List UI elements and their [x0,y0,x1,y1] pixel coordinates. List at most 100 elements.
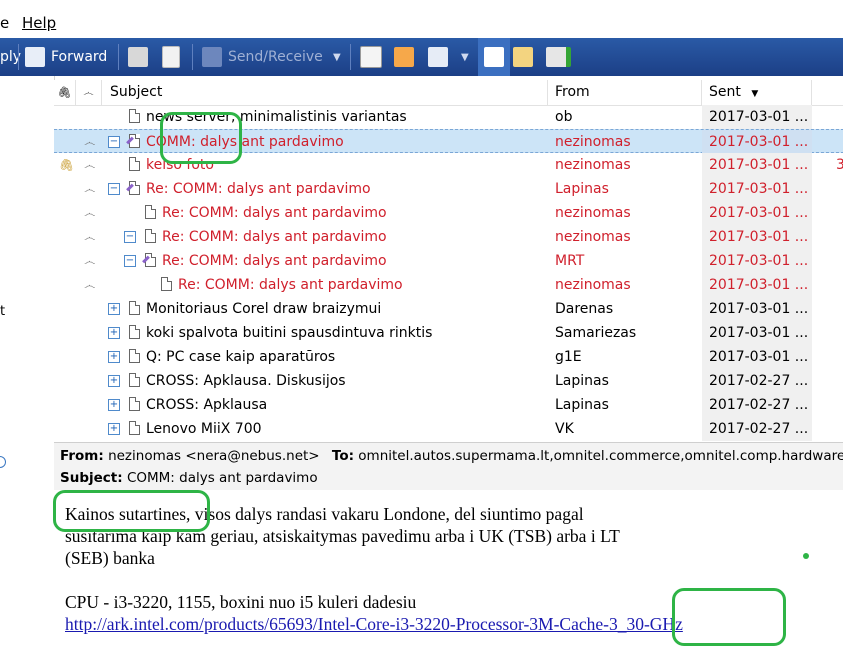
watch-glasses-icon[interactable]: ෴ [84,249,95,273]
collapse-thread-icon[interactable]: − [124,255,136,267]
send-receive-button[interactable]: Send/Receive [202,38,323,76]
body-link-line: http://ark.intel.com/products/65693/Inte… [65,613,683,635]
message-row[interactable]: + Q: PC case kaip aparatūros g1E 2017-03-01… [54,345,844,369]
message-sent: 2017-03-01 ... [702,130,812,154]
message-subject: Q: PC case kaip aparatūros [146,349,336,365]
watch-glasses-icon[interactable]: ෴ [84,225,95,249]
subject-value: COMM: dalys ant pardavimo [126,470,318,486]
preview-pane-button[interactable] [478,38,510,76]
message-row[interactable]: ෴ − Re: COMM: dalys ant pardavimo MRT 2017-0… [54,249,844,273]
flag-column-header[interactable]: ෴ [76,80,102,105]
message-icon [129,301,140,315]
product-link[interactable]: http://ark.intel.com/products/65693/Inte… [65,614,683,634]
calendar-button[interactable] [394,38,414,76]
collapse-thread-icon[interactable]: − [108,136,120,148]
preview-subject-line: Subject: COMM: dalys ant pardavimo [60,470,318,486]
forward-button[interactable]: Forward [25,38,107,76]
find-button[interactable] [428,38,448,76]
message-from: nezinomas [555,205,631,221]
address-book-button[interactable] [360,38,382,76]
sort-desc-icon: ▼ [751,89,759,99]
toolbar-separator [350,44,351,70]
subject-label: Subject: [60,470,123,486]
expand-thread-icon[interactable]: + [108,375,120,387]
watch-glasses-icon[interactable]: ෴ [84,177,95,201]
message-row[interactable]: + CROSS: Apklausa Lapinas 2017-02-27 ... [54,393,844,417]
message-sent: 2017-03-01 ... [702,321,812,345]
forward-label: Forward [51,49,108,65]
from-label: From: [60,448,104,464]
message-subject: Re: COMM: dalys ant pardavimo [178,277,403,293]
watch-glasses-icon[interactable]: ෴ [84,273,95,297]
glasses-icon: ෴ [83,86,94,99]
folder-pane[interactable]: t [0,76,55,653]
sent-column-header[interactable]: Sent ▼ [702,80,812,105]
menu-item-edit[interactable]: e [0,14,9,32]
expand-thread-icon[interactable]: + [108,327,120,339]
subject-column-header[interactable]: Subject [102,80,548,105]
message-row[interactable]: + Lenovo MiiX 700 VK 2017-02-27 ... [54,417,844,441]
printer-icon [128,47,148,67]
window-edge [843,0,864,653]
message-subject: Re: COMM: dalys ant pardavimo [146,181,371,197]
from-value[interactable]: nezinomas <nera@nebus.net> [108,448,320,464]
address-card-icon [360,46,382,68]
attachment-column-header[interactable]: 🖇 [54,80,76,105]
annotation-dot [803,553,809,559]
expand-thread-icon[interactable]: + [108,423,120,435]
watch-glasses-icon[interactable]: ෴ [84,130,95,154]
send-receive-dropdown[interactable]: ▼ [333,38,341,76]
watch-glasses-icon[interactable]: ෴ [84,153,95,177]
message-row[interactable]: + CROSS: Apklausa. Diskusijos Lapinas 2017-… [54,369,844,393]
message-icon [129,373,140,387]
highlight-annotation [53,490,210,532]
collapse-thread-icon[interactable]: − [124,231,136,243]
message-row[interactable]: + Monitoriaus Corel draw braizymui Darenas… [54,297,844,321]
menu-help-label: Help [22,14,57,32]
folder-icon [513,47,533,67]
message-row[interactable]: ෴ Re: COMM: dalys ant pardavimo nezinomas 2… [54,273,844,297]
radio-icon[interactable] [0,456,6,468]
find-icon [428,47,448,67]
message-row[interactable]: ෴ − Re: COMM: dalys ant pardavimo Lapinas 20… [54,177,844,201]
message-sent: 2017-03-01 ... [702,297,812,321]
message-sent: 2017-03-01 ... [702,345,812,369]
preview-from-line: From: nezinomas <nera@nebus.net> To: omn… [60,448,845,464]
from-column-header[interactable]: From [548,80,702,105]
message-subject: Re: COMM: dalys ant pardavimo [162,253,387,269]
message-subject: koki spalvota buitini spausdintuva rinkt… [146,325,433,341]
message-icon [145,229,156,243]
message-row[interactable]: ෴ − Re: COMM: dalys ant pardavimo nezinomas… [54,225,844,249]
print-button[interactable] [128,38,148,76]
message-row[interactable]: ෴ Re: COMM: dalys ant pardavimo nezinomas 2… [54,201,844,225]
toolbar-separator [118,44,119,70]
message-row[interactable]: + koki spalvota buitini spausdintuva rink… [54,321,844,345]
send-receive-icon [202,47,222,67]
message-from: Lapinas [555,373,609,389]
sent-label: Sent [709,84,741,100]
expand-thread-icon[interactable]: + [108,399,120,411]
to-value[interactable]: omnitel.autos.supermama.lt,omnitel.comme… [358,448,845,464]
message-sent: 2017-03-01 ... [702,201,812,225]
menu-item-help[interactable]: Help [22,14,56,32]
collapse-thread-icon[interactable]: − [108,183,120,195]
highlight-annotation [672,588,786,646]
message-icon [129,349,140,363]
send-arrow-icon [546,47,571,67]
folders-button[interactable] [513,38,533,76]
watch-glasses-icon[interactable]: ෴ [84,201,95,225]
message-sent: 2017-02-27 ... [702,417,812,441]
highlight-annotation [160,112,242,164]
message-sent: 2017-03-01 ... [702,225,812,249]
send-button[interactable] [546,38,571,76]
message-from: Lapinas [555,181,609,197]
message-sent: 2017-02-27 ... [702,369,812,393]
message-subject: Monitoriaus Corel draw braizymui [146,301,382,317]
find-dropdown[interactable]: ▼ [461,38,469,76]
expand-thread-icon[interactable]: + [108,303,120,315]
message-icon [129,421,140,435]
delete-button[interactable] [162,38,180,76]
delete-icon [162,46,180,68]
message-icon [129,109,140,123]
expand-thread-icon[interactable]: + [108,351,120,363]
